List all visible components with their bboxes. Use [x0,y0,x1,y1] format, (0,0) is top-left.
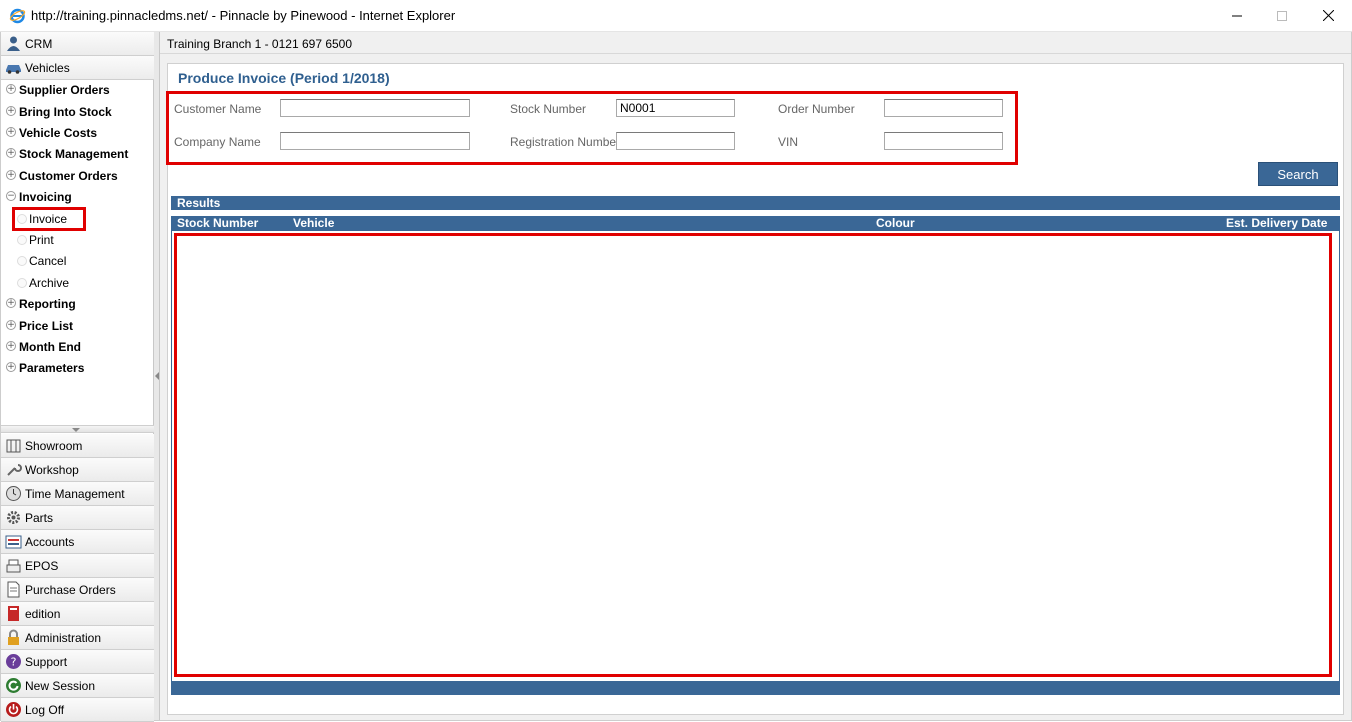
chevron-left-icon [155,372,159,380]
tree-item-label: Reporting [19,297,76,311]
module-workshop[interactable]: Workshop [1,458,154,482]
ledger-icon [5,535,22,549]
module-administration[interactable]: Administration [1,626,154,650]
tree-item-label: Vehicle Costs [19,126,98,140]
bullet-icon [17,256,27,266]
page-title: Produce Invoice (Period 1/2018) [178,70,390,86]
tree-item-label: Invoicing [19,190,72,204]
window-title: http://training.pinnacledms.net/ - Pinna… [31,8,456,23]
module-label: Log Off [25,703,65,717]
support-icon: ? [6,654,21,669]
branch-bar: Training Branch 1 - 0121 697 6500 [160,32,1351,54]
svg-text:?: ? [11,656,17,669]
module-support[interactable]: ? Support [1,650,154,674]
module-log-off[interactable]: Log Off [1,698,154,722]
tree-item-label: Bring Into Stock [19,105,112,119]
maximize-icon [1277,10,1287,21]
highlight-box-results [174,233,1332,677]
branch-label: Training Branch 1 - 0121 697 6500 [167,37,353,51]
bullet-icon [17,278,27,288]
tree-item-label: Supplier Orders [19,83,110,97]
sub-item-label: Cancel [29,254,67,268]
column-header-stock-number[interactable]: Stock Number [177,216,258,230]
module-purchase-orders[interactable]: Purchase Orders [1,578,154,602]
sidebar-item-vehicles[interactable]: Vehicles [1,56,154,80]
module-label: Support [25,655,68,669]
sidebar: CRM Vehicles + Supplier Orders + Bring I… [1,32,154,722]
car-icon [6,65,21,74]
module-label: Parts [25,511,54,525]
module-label: Time Management [25,487,125,501]
module-showroom[interactable]: Showroom [1,434,154,458]
tree-item-label: Customer Orders [19,169,118,183]
results-grid-header: Stock Number Vehicle Colour Est. Deliver… [171,216,1340,231]
book-icon [8,606,19,621]
column-header-vehicle[interactable]: Vehicle [293,216,334,230]
sidebar-splitter[interactable] [1,425,154,433]
gear-icon [7,511,20,524]
lock-icon [8,629,19,645]
expand-icon[interactable]: + [6,148,16,158]
highlight-box-search-criteria [166,91,1018,165]
maximize-button[interactable] [1259,0,1305,31]
minimize-button[interactable] [1214,0,1260,31]
module-new-session[interactable]: New Session [1,674,154,698]
module-label: edition [25,607,61,621]
module-label: Accounts [25,535,75,549]
document-icon [7,581,20,598]
tree-item-label: Price List [19,319,74,333]
module-time-management[interactable]: Time Management [1,482,154,506]
expand-icon[interactable]: + [6,84,16,94]
module-label: Workshop [25,463,79,477]
tree-item-label: Parameters [19,361,85,375]
tree-item-label: Stock Management [19,147,129,161]
power-icon [6,702,21,717]
tree-item-label: Month End [19,340,81,354]
column-header-est-delivery-date[interactable]: Est. Delivery Date [1226,216,1327,230]
module-edition[interactable]: edition [1,602,154,626]
sub-item-label: Archive [29,276,70,290]
results-title: Results [177,196,221,210]
module-label: Showroom [25,439,83,453]
results-header: Results [171,196,1340,210]
expand-icon[interactable]: + [6,127,16,137]
module-parts[interactable]: Parts [1,506,154,530]
module-label: New Session [25,679,96,693]
produce-invoice-panel: Produce Invoice (Period 1/2018) Customer… [166,63,1344,715]
showroom-icon [6,439,21,453]
new-session-icon [6,678,21,693]
expand-icon[interactable]: + [6,320,16,330]
expand-icon[interactable]: + [6,170,16,180]
expand-icon[interactable]: + [6,341,16,351]
clock-icon [6,486,21,501]
close-button[interactable] [1305,0,1351,31]
module-accounts[interactable]: Accounts [1,530,154,554]
internet-explorer-icon [9,8,26,24]
person-icon [7,36,20,51]
module-epos[interactable]: EPOS [1,554,154,578]
close-icon [1322,10,1334,21]
module-label: EPOS [25,559,59,573]
window-titlebar: http://training.pinnacledms.net/ - Pinna… [0,0,1352,32]
expand-icon[interactable]: + [6,362,16,372]
sub-item-label: Print [29,233,54,247]
minimize-icon [1232,15,1242,16]
expand-icon[interactable]: + [6,106,16,116]
results-grid-footer [171,681,1340,695]
module-label: Administration [25,631,102,645]
sidebar-item-label: Vehicles [25,60,70,75]
highlight-box-invoice [12,207,86,231]
search-button[interactable]: Search [1258,162,1338,186]
sidebar-item-label: CRM [25,36,53,51]
chevron-down-icon [72,428,80,432]
till-icon [6,559,21,573]
column-header-colour[interactable]: Colour [876,216,915,230]
expand-icon[interactable]: + [6,298,16,308]
collapse-icon[interactable]: − [6,191,16,201]
sidebar-item-crm[interactable]: CRM [1,32,154,56]
wrench-icon [7,464,22,476]
module-label: Purchase Orders [25,583,116,597]
bullet-icon [17,235,27,245]
main-area: Training Branch 1 - 0121 697 6500 Produc… [160,32,1351,720]
